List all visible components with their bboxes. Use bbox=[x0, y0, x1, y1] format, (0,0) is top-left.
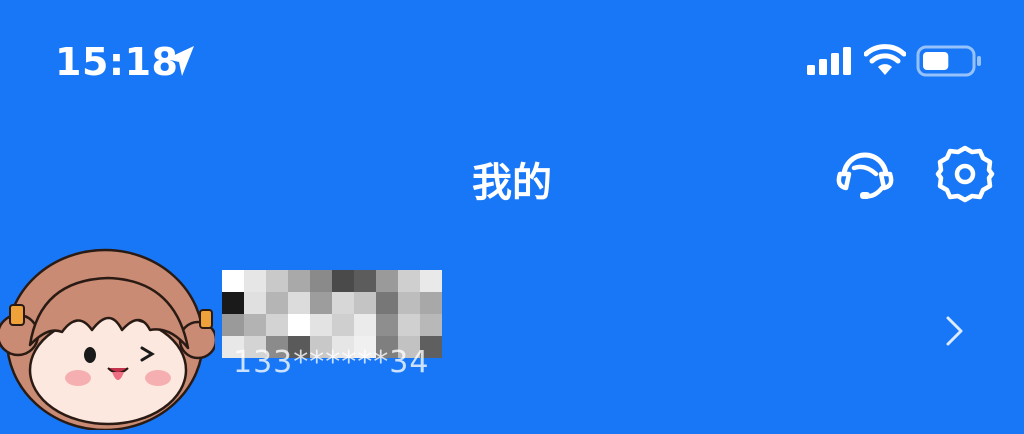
status-time: 15:18 bbox=[55, 40, 179, 84]
mosaic-cell bbox=[376, 292, 398, 314]
mosaic-cell bbox=[288, 270, 310, 292]
mosaic-cell bbox=[266, 314, 288, 336]
mosaic-cell bbox=[376, 270, 398, 292]
mosaic-cell bbox=[332, 292, 354, 314]
mosaic-cell bbox=[332, 314, 354, 336]
mosaic-cell bbox=[310, 314, 332, 336]
mosaic-cell bbox=[420, 314, 442, 336]
location-arrow-icon bbox=[166, 46, 194, 76]
mosaic-cell bbox=[222, 292, 244, 314]
chevron-right-icon bbox=[946, 316, 963, 346]
mosaic-cell bbox=[332, 270, 354, 292]
mosaic-cell bbox=[398, 292, 420, 314]
mosaic-cell bbox=[288, 292, 310, 314]
mosaic-cell bbox=[244, 292, 266, 314]
profile-row[interactable]: 133******34 bbox=[0, 230, 1024, 434]
signal-icon bbox=[807, 47, 851, 75]
mosaic-cell bbox=[398, 314, 420, 336]
wifi-icon bbox=[864, 44, 906, 75]
mosaic-cell bbox=[244, 270, 266, 292]
mosaic-cell bbox=[420, 292, 442, 314]
phone-number: 133******34 bbox=[233, 345, 430, 380]
mosaic-cell bbox=[266, 270, 288, 292]
mosaic-cell bbox=[288, 314, 310, 336]
battery-icon bbox=[916, 45, 981, 77]
customer-service-icon[interactable] bbox=[834, 146, 896, 202]
mosaic-cell bbox=[376, 314, 398, 336]
mosaic-cell bbox=[354, 314, 376, 336]
status-bar: 15:18 bbox=[0, 0, 1024, 120]
mosaic-cell bbox=[222, 270, 244, 292]
avatar[interactable] bbox=[0, 230, 215, 430]
settings-gear-icon[interactable] bbox=[934, 144, 996, 204]
mosaic-cell bbox=[310, 270, 332, 292]
mosaic-cell bbox=[222, 314, 244, 336]
mosaic-cell bbox=[266, 292, 288, 314]
mosaic-cell bbox=[244, 314, 266, 336]
mosaic-cell bbox=[354, 270, 376, 292]
mosaic-cell bbox=[398, 270, 420, 292]
mosaic-cell bbox=[420, 270, 442, 292]
mosaic-cell bbox=[354, 292, 376, 314]
mosaic-cell bbox=[310, 292, 332, 314]
